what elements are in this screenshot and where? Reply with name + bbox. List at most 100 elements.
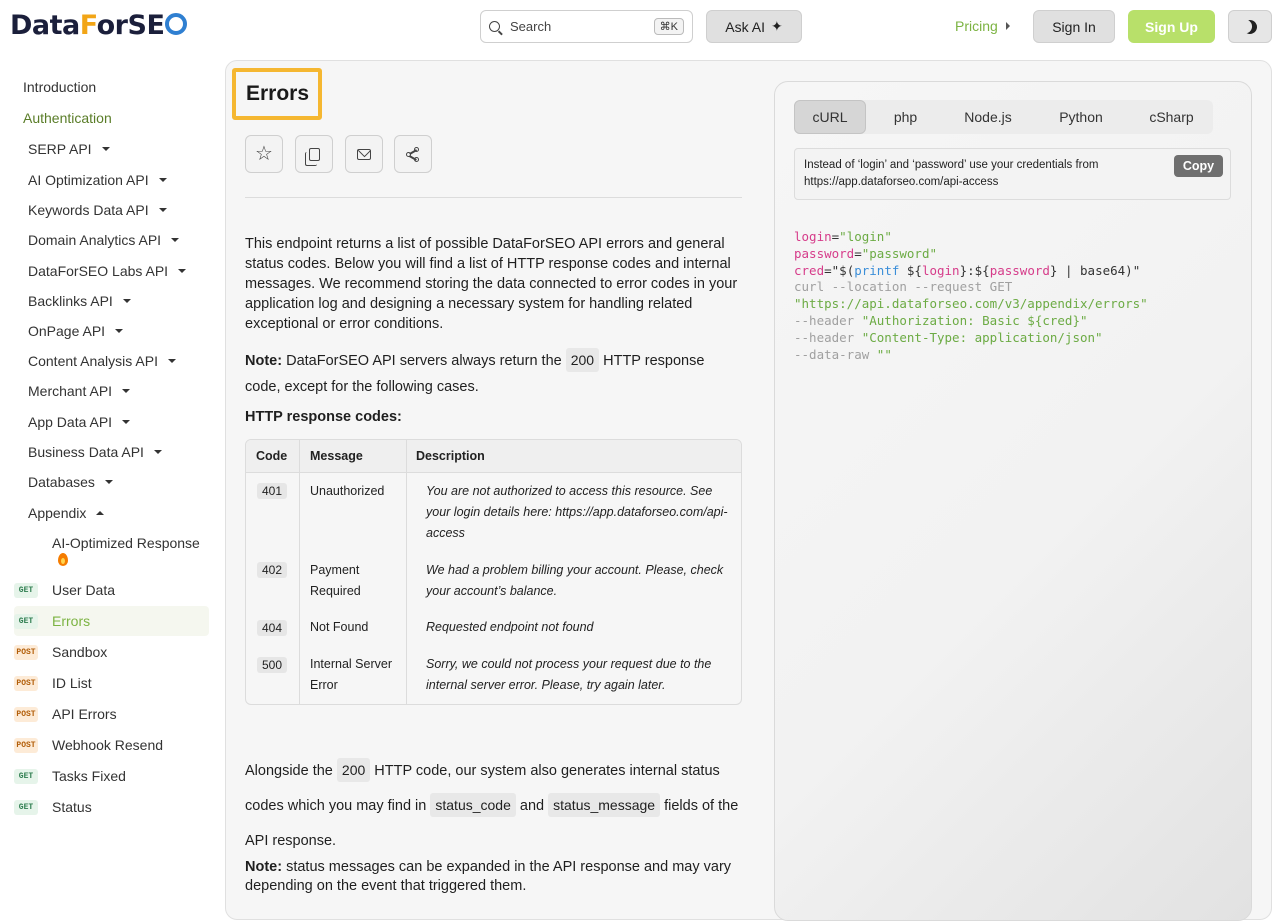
caret-down-icon [158,178,167,182]
tab-curl[interactable]: cURL [794,100,866,134]
search-shortcut: ⌘K [653,18,684,35]
caret-down-icon [122,299,131,303]
sidebar-endpoint-sandbox[interactable]: POST Sandbox [14,637,209,667]
logo[interactable]: DataForSE [10,10,188,41]
sidebar-item-label: AI Optimization API [28,172,149,188]
endpoint-label: Webhook Resend [52,737,164,753]
sidebar-endpoint-api-errors[interactable]: POST API Errors [14,699,209,729]
code-line: cred="$(printf ${login}:${password} | ba… [794,262,1141,278]
tab-nodejs[interactable]: Node.js [948,100,1028,134]
search-input[interactable]: Search ⌘K [480,10,693,43]
sidebar-item-label: Merchant API [28,383,113,399]
note-text: DataForSEO API servers always return the [282,353,566,369]
section-heading: HTTP response codes: [245,409,402,425]
column-header-message: Message [310,449,363,463]
sidebar-item-content-analysis-api[interactable]: Content Analysis API [28,353,176,369]
page-title-highlight: Errors [232,68,322,120]
sidebar-endpoint-user-data[interactable]: GET User Data [14,575,209,605]
caret-down-icon [104,480,113,484]
endpoint-label: Tasks Fixed [52,768,126,784]
table-cell-code: 404 [257,620,288,636]
sidebar-item-onpage-api[interactable]: OnPage API [28,323,124,339]
sign-in-button[interactable]: Sign In [1033,10,1115,43]
sidebar-endpoint-id-list[interactable]: POST ID List [14,668,209,698]
method-badge: POST [14,737,38,753]
sidebar-item-business-data-api[interactable]: Business Data API [28,444,162,460]
tab-python[interactable]: Python [1040,100,1122,134]
sidebar-item-databases[interactable]: Databases [28,474,113,490]
sidebar-item-ai-optimized-response[interactable]: AI-Optimized Response [52,534,202,570]
sidebar-item-introduction[interactable]: Introduction [23,79,96,95]
caret-down-icon [158,208,167,212]
sidebar-endpoint-tasks-fixed[interactable]: GET Tasks Fixed [14,761,209,791]
endpoint-label: Sandbox [52,644,108,660]
sidebar-endpoint-status[interactable]: GET Status [14,792,209,822]
caret-down-icon [171,238,180,242]
table-cell-description: You are not authorized to access this re… [426,484,728,540]
table-cell-message: Internal Server Error [310,657,392,692]
caret-down-icon [122,389,131,393]
code-block: login="login" password="password" cred="… [794,229,1148,363]
copy-page-button[interactable] [295,135,333,173]
chevron-right-icon [1005,22,1010,30]
table-cell-description: We had a problem billing your account. P… [426,563,724,598]
code-line: "https://api.dataforseo.com/v3/appendix/… [794,296,1148,312]
inline-code: 200 [565,348,600,372]
sidebar-item-label: DataForSEO Labs API [28,263,169,279]
logo-text: or [96,10,128,41]
column-header-code: Code [256,449,288,463]
email-button[interactable] [345,135,383,173]
note2-paragraph: Note: status messages can be expanded in… [245,858,742,896]
sidebar-item-backlinks-api[interactable]: Backlinks API [28,293,131,309]
search-placeholder: Search [510,19,552,34]
paragraph-text: and [515,798,549,814]
sidebar-item-appendix[interactable]: Appendix [28,505,105,521]
inline-code: 200 [336,758,371,782]
code-line: login="login" [794,229,892,244]
sidebar-item-label: Keywords Data API [28,202,149,218]
star-icon: ☆ [255,143,273,165]
method-badge: GET [14,613,38,629]
sidebar-item-ai-optimization-api[interactable]: AI Optimization API [28,172,167,188]
copy-code-button[interactable]: Copy [1174,155,1223,177]
note-text: status messages can be expanded in the A… [245,859,732,894]
sidebar-item-merchant-api[interactable]: Merchant API [28,383,131,399]
paragraph-text: Alongside the [245,763,337,779]
caret-down-icon [153,450,162,454]
table-cell-message: Not Found [310,620,369,634]
theme-toggle-button[interactable] [1228,10,1272,43]
sidebar-item-label: Domain Analytics API [28,232,162,248]
caret-down-icon [101,147,110,151]
sign-up-button[interactable]: Sign Up [1128,10,1215,43]
method-badge: POST [14,675,38,691]
tab-php[interactable]: php [868,100,943,134]
sidebar-item-serp-api[interactable]: SERP API [28,141,110,157]
pricing-link[interactable]: Pricing [955,18,1010,34]
table-cell-message: Unauthorized [310,484,385,498]
pricing-label: Pricing [955,18,998,34]
sidebar-item-authentication[interactable]: Authentication [23,110,112,126]
method-badge: GET [14,582,38,598]
search-icon [489,21,500,32]
sidebar-item-domain-analytics-api[interactable]: Domain Analytics API [28,232,180,248]
fire-icon [58,553,68,566]
sidebar-item-app-data-api[interactable]: App Data API [28,414,131,430]
ask-ai-button[interactable]: Ask AI ✦ [706,10,802,43]
sidebar-endpoint-errors[interactable]: GET Errors [14,606,209,636]
tab-csharp[interactable]: cSharp [1130,100,1213,134]
sidebar-item-label: Backlinks API [28,293,113,309]
sidebar-item-labs-api[interactable]: DataForSEO Labs API [28,263,187,279]
code-line: password="password" [794,245,938,261]
sidebar-item-label: Content Analysis API [28,353,158,369]
divider [245,197,742,198]
share-button[interactable] [394,135,432,173]
sidebar-item-keywords-data-api[interactable]: Keywords Data API [28,202,167,218]
favorite-button[interactable]: ☆ [245,135,283,173]
mail-icon [357,148,371,160]
ask-ai-label: Ask AI [725,18,765,35]
credentials-note: Instead of ‘login’ and ‘password’ use yo… [794,148,1231,200]
sparkle-icon: ✦ [770,18,783,34]
code-line: curl --location --request GET [794,279,1013,295]
sidebar-item-label: SERP API [28,141,92,157]
sidebar-endpoint-webhook-resend[interactable]: POST Webhook Resend [14,730,209,760]
